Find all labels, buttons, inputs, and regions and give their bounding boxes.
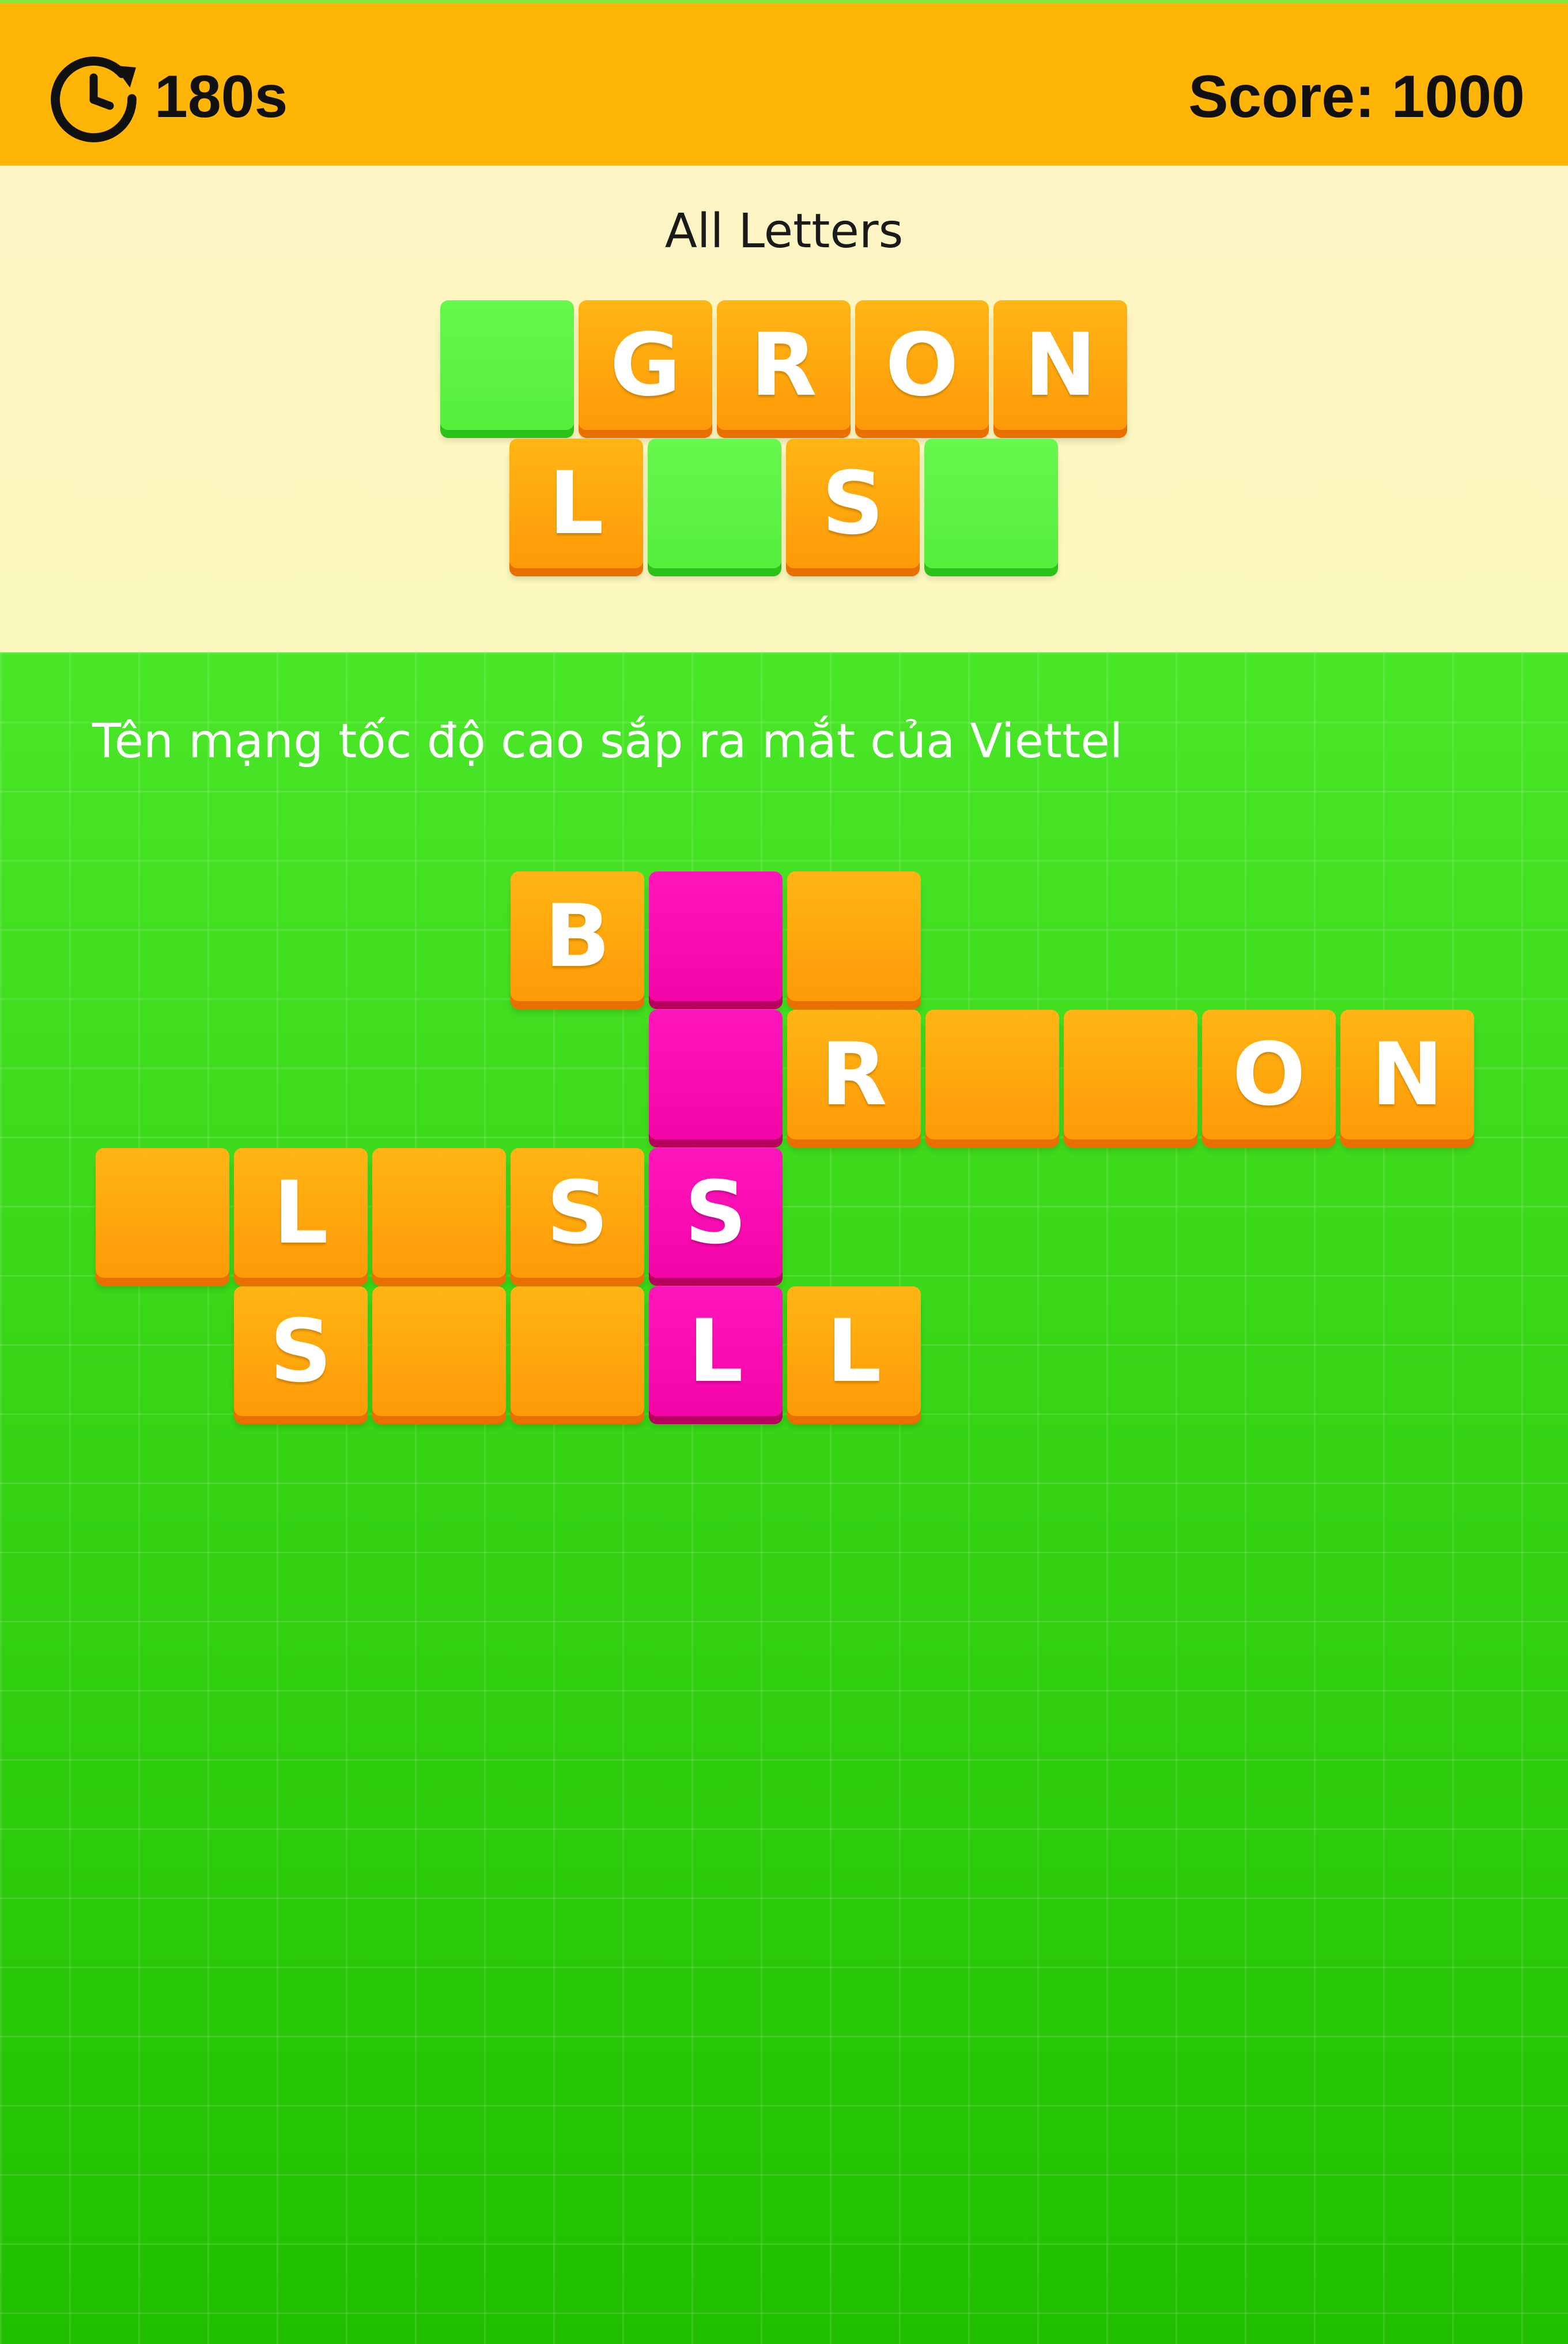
- board-tile-label: B: [544, 886, 611, 987]
- letter-tile[interactable]: [440, 300, 574, 430]
- letter-tile-label: N: [1024, 315, 1097, 416]
- letters-panel-title: All Letters: [664, 204, 904, 259]
- letter-tile[interactable]: O: [855, 300, 989, 430]
- letter-tile[interactable]: N: [993, 300, 1127, 430]
- board-tile[interactable]: [649, 871, 783, 1001]
- letter-tile-label: R: [750, 315, 817, 416]
- board-tile-label: L: [826, 1301, 882, 1402]
- board-tile-label: L: [273, 1162, 328, 1263]
- board-tile-label: S: [546, 1162, 609, 1263]
- board-tile[interactable]: [511, 1286, 644, 1416]
- letter-tile[interactable]: S: [786, 439, 920, 568]
- crossword-board: Tên mạng tốc độ cao sắp ra mắt của Viett…: [0, 652, 1568, 2344]
- stopwatch-icon: [51, 56, 137, 142]
- board-tile-label: N: [1371, 1024, 1444, 1125]
- board-tile[interactable]: S: [649, 1148, 783, 1278]
- timer-text: 180s: [154, 63, 288, 130]
- board-tile[interactable]: S: [234, 1286, 368, 1416]
- board-tile[interactable]: L: [234, 1148, 368, 1278]
- board-tile[interactable]: R: [787, 1010, 921, 1139]
- score-text: Score: 1000: [1188, 63, 1525, 130]
- board-tile[interactable]: N: [1340, 1010, 1474, 1139]
- board-tile-label: S: [269, 1301, 333, 1402]
- letter-tile[interactable]: L: [509, 439, 643, 568]
- board-tile[interactable]: S: [511, 1148, 644, 1278]
- board-tile[interactable]: [372, 1148, 506, 1278]
- letter-tile[interactable]: [924, 439, 1058, 568]
- board-tile[interactable]: [925, 1010, 1059, 1139]
- board-tile-label: L: [688, 1301, 743, 1402]
- board-tile[interactable]: [787, 871, 921, 1001]
- letter-tile-label: O: [885, 315, 959, 416]
- board-tile-label: O: [1232, 1024, 1306, 1125]
- board-tile-label: R: [821, 1024, 887, 1125]
- board-tile[interactable]: [96, 1148, 229, 1278]
- board-tile[interactable]: [372, 1286, 506, 1416]
- board-tile[interactable]: L: [787, 1286, 921, 1416]
- letter-tile-label: S: [821, 453, 885, 554]
- letter-tile-label: G: [610, 315, 681, 416]
- board-tile[interactable]: O: [1202, 1010, 1336, 1139]
- letters-panel: All Letters G R O N L S: [0, 165, 1568, 652]
- board-tile[interactable]: [1064, 1010, 1197, 1139]
- clue-text: Tên mạng tốc độ cao sắp ra mắt của Viett…: [92, 714, 1123, 769]
- board-tile-label: S: [684, 1162, 747, 1263]
- letter-tile[interactable]: [648, 439, 781, 568]
- board-tile[interactable]: B: [511, 871, 644, 1001]
- board-tile[interactable]: [649, 1010, 783, 1139]
- letter-tile[interactable]: G: [579, 300, 712, 430]
- top-bar: 180s Score: 1000: [0, 0, 1568, 165]
- letter-tile[interactable]: R: [717, 300, 851, 430]
- board-tile[interactable]: L: [649, 1286, 783, 1416]
- letter-tile-label: L: [549, 453, 604, 554]
